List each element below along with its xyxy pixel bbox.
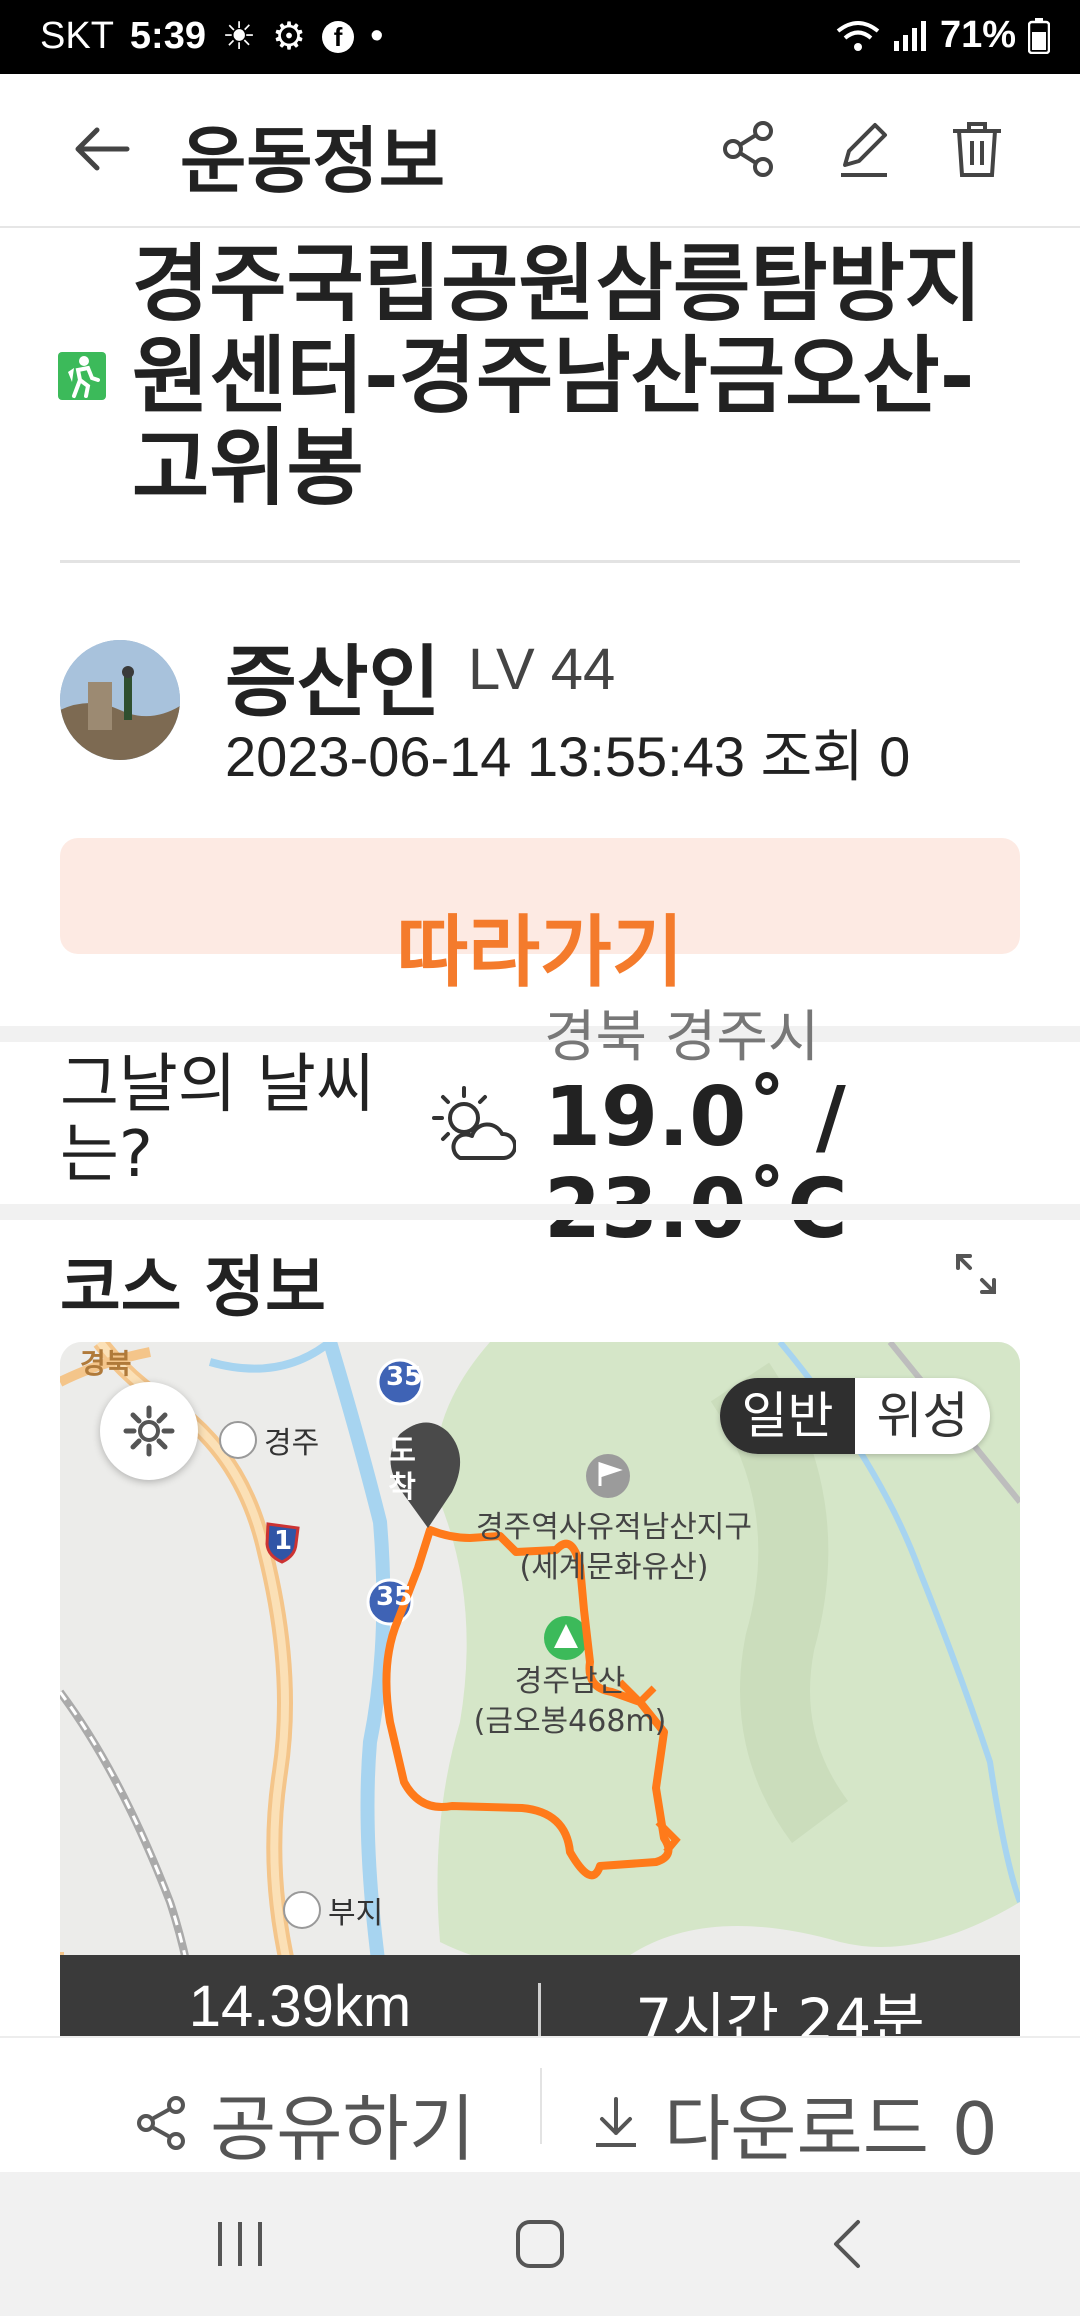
view-count: 조회 0 — [760, 725, 911, 788]
clock: 5:39 — [129, 15, 206, 57]
ic-label: 부지 — [328, 1896, 384, 1931]
bottom-bar-divider — [540, 2068, 542, 2144]
bottom-action-bar: 공유하기 다운로드 0 — [0, 2036, 1080, 2174]
route-title-line: 원센터-경주남산금오산- — [132, 327, 975, 425]
chevron-left-icon — [834, 2220, 860, 2268]
post-meta: 2023-06-14 13:55:43 조회 0 — [225, 712, 910, 793]
divider — [60, 560, 1020, 563]
status-bar: SKT 5:39 ☀ ⚙ f • 71% — [0, 0, 1080, 74]
route-title-line: 경주국립공원삼릉탐방지 — [132, 235, 983, 333]
share-action-button[interactable]: 공유하기 — [136, 2070, 475, 2175]
share-icon — [723, 121, 773, 177]
battery-percent: 71% — [939, 14, 1016, 56]
share-action-label: 공유하기 — [210, 2087, 475, 2171]
route-shield-35: 35 — [376, 1582, 413, 1612]
weather-temperature: 19.0˚ / 23.0˚C — [544, 1072, 1064, 1256]
edit-button[interactable] — [828, 114, 898, 184]
wifi-icon — [836, 20, 880, 51]
ic-label: 경주 — [264, 1426, 320, 1461]
map-settings-button[interactable] — [100, 1382, 198, 1480]
recent-apps-icon — [218, 2222, 262, 2266]
poi-sub: (금오봉468m) — [473, 1704, 667, 1739]
home-button[interactable] — [510, 2214, 570, 2278]
follow-button-label: 따라가기 — [396, 908, 684, 998]
section-divider — [0, 1204, 1080, 1220]
trash-icon — [953, 122, 1001, 177]
author-level: LV 44 — [468, 637, 616, 702]
carrier-label: SKT — [40, 15, 114, 57]
share-button[interactable] — [714, 114, 784, 184]
top-app-bar: 운동정보 — [0, 74, 1080, 228]
expand-icon — [956, 1254, 996, 1294]
map-mode-satellite[interactable]: 위성 — [855, 1378, 990, 1454]
app-notification-icon: ⚙ — [272, 16, 307, 58]
route-title-line: 고위봉 — [132, 419, 364, 517]
battery-icon — [1028, 17, 1050, 54]
system-back-button[interactable] — [822, 2214, 872, 2278]
signal-icon — [893, 20, 926, 51]
expand-map-button[interactable] — [954, 1252, 998, 1300]
back-button[interactable] — [66, 114, 136, 184]
map-mode-normal[interactable]: 일반 — [720, 1378, 855, 1454]
download-action-button[interactable]: 다운로드 0 — [590, 2070, 998, 2175]
map-poi-mountain: 경주남산 (금오봉468m) — [460, 1662, 680, 1742]
temperature-line: 19.0˚ / — [544, 1070, 846, 1165]
system-navigation-bar — [0, 2172, 1080, 2316]
facebook-icon: f — [322, 20, 355, 53]
home-icon — [516, 2220, 564, 2268]
delete-button[interactable] — [942, 114, 1012, 184]
map-marker-label: 도착 — [388, 1434, 416, 1505]
download-action-label: 다운로드 0 — [664, 2087, 998, 2171]
pencil-icon — [841, 123, 887, 177]
section-divider — [0, 1026, 1080, 1042]
dot-icon: • — [370, 15, 384, 57]
poi-name: 경주역사유적남산지구 — [476, 1510, 752, 1545]
hiking-icon — [58, 352, 106, 400]
route-shield-1: 1 — [273, 1526, 293, 1556]
route-shield-35: 35 — [386, 1362, 423, 1392]
share-icon — [137, 2095, 185, 2150]
poi-name: 경주남산 — [514, 1664, 626, 1699]
post-datetime: 2023-06-14 13:55:43 — [225, 725, 745, 788]
poi-sub: (세계문화유산) — [519, 1550, 709, 1585]
course-section-title: 코스 정보 — [60, 1249, 326, 1326]
download-icon — [596, 2096, 636, 2147]
partly-cloudy-icon — [432, 1086, 516, 1160]
back-arrow-icon — [75, 127, 130, 171]
map-region-label: 경북 — [80, 1347, 132, 1380]
map-poi-park: 경주역사유적남산지구 (세계문화유산) — [464, 1508, 764, 1588]
course-map[interactable]: 일반 위성 경북 35 35 1 경주 부지 도착 경주역사유적남산지구 (세계… — [60, 1342, 1020, 2042]
sun-icon: ☀ — [221, 16, 257, 58]
weather-question: 그날의 날씨는? — [60, 1048, 375, 1192]
route-title: 경주국립공원삼릉탐방지 원센터-경주남산금오산- 고위봉 — [132, 238, 1032, 514]
page-title: 운동정보 — [180, 119, 445, 203]
distance-value: 14.39km — [188, 1974, 412, 2039]
map-mode-toggle: 일반 위성 — [720, 1378, 990, 1454]
recent-apps-button[interactable] — [210, 2216, 270, 2276]
weather-region: 경북 경주시 — [544, 1005, 820, 1070]
avatar[interactable] — [60, 640, 180, 760]
gear-icon — [123, 1405, 175, 1457]
